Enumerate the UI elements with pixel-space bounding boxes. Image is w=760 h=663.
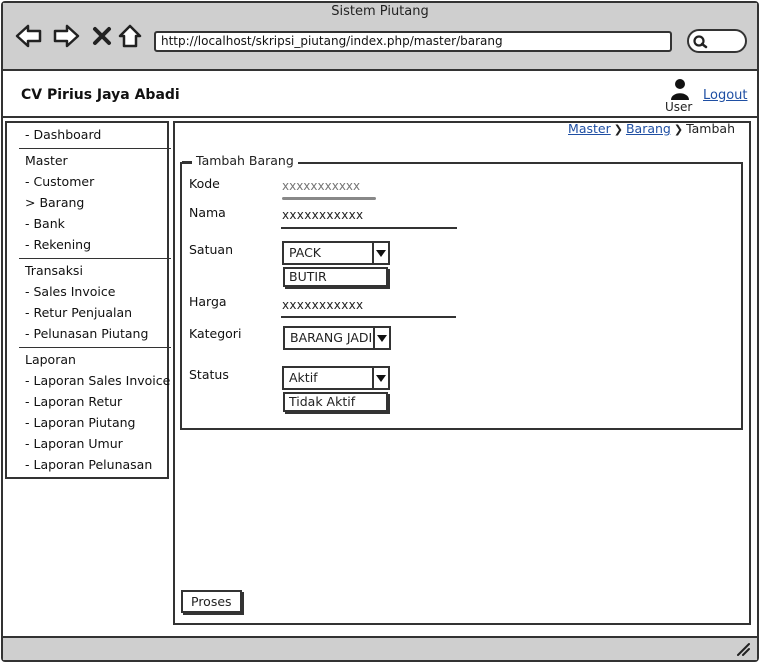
brand-name: CV Pirius Jaya Abadi: [21, 87, 180, 103]
satuan-option[interactable]: BUTIR: [283, 267, 388, 287]
harga-label: Harga: [189, 294, 227, 309]
sidebar-item-customer[interactable]: - Customer: [25, 174, 94, 189]
chevron-down-icon[interactable]: [372, 241, 390, 265]
status-label: Status: [189, 367, 229, 382]
breadcrumb-master[interactable]: Master: [568, 121, 611, 136]
sidebar-divider: [19, 258, 171, 259]
breadcrumb-current: Tambah: [686, 121, 735, 136]
sidebar: - Dashboard Master - Customer > Barang -…: [5, 121, 171, 479]
kode-underline: [282, 197, 376, 200]
sidebar-item-bank[interactable]: - Bank: [25, 216, 65, 231]
satuan-label: Satuan: [189, 242, 234, 257]
forward-icon[interactable]: [52, 22, 80, 50]
chevron-right-icon: ❯: [613, 123, 623, 136]
user-icon: [669, 78, 691, 100]
sidebar-item-laporan-pelunasan[interactable]: - Laporan Pelunasan: [25, 457, 152, 472]
harga-underline: [281, 316, 456, 318]
satuan-select[interactable]: PACK: [282, 241, 374, 265]
breadcrumb: Master ❯ Barang ❯ Tambah: [568, 121, 735, 136]
status-option[interactable]: Tidak Aktif: [283, 392, 388, 412]
search-icon: [693, 35, 708, 49]
kategori-label: Kategori: [189, 326, 242, 341]
back-icon[interactable]: [15, 22, 43, 50]
breadcrumb-barang[interactable]: Barang: [626, 121, 671, 136]
nama-underline: [281, 227, 457, 229]
sidebar-section-master: Master: [25, 153, 68, 168]
sidebar-item-rekening[interactable]: - Rekening: [25, 237, 91, 252]
home-icon[interactable]: [116, 22, 144, 50]
fieldset-border: [182, 161, 192, 163]
sidebar-item-sales-invoice[interactable]: - Sales Invoice: [25, 284, 115, 299]
kategori-select[interactable]: BARANG JADI: [283, 326, 376, 350]
proses-button[interactable]: Proses: [181, 590, 242, 613]
nama-input[interactable]: xxxxxxxxxxx: [282, 208, 363, 222]
stop-icon[interactable]: [88, 22, 116, 50]
form-legend: Tambah Barang: [192, 153, 298, 168]
sidebar-item-barang[interactable]: > Barang: [25, 195, 84, 210]
browser-statusbar: [3, 636, 757, 660]
sidebar-section-laporan: Laporan: [25, 352, 76, 367]
browser-search[interactable]: [687, 29, 747, 53]
chevron-down-icon[interactable]: [372, 366, 390, 390]
window-title: Sistem Piutang: [331, 4, 429, 19]
sidebar-item-laporan-sales-invoice[interactable]: - Laporan Sales Invoice: [25, 373, 170, 388]
resize-handle-icon[interactable]: [734, 640, 750, 656]
sidebar-item-retur-penjualan[interactable]: - Retur Penjualan: [25, 305, 132, 320]
chevron-right-icon: ❯: [673, 123, 684, 136]
sidebar-divider: [19, 148, 171, 149]
kode-label: Kode: [189, 176, 220, 191]
sidebar-section-transaksi: Transaksi: [25, 263, 83, 278]
sidebar-item-laporan-retur[interactable]: - Laporan Retur: [25, 394, 122, 409]
chevron-down-icon[interactable]: [373, 326, 391, 350]
kode-input[interactable]: [280, 177, 376, 195]
nama-label: Nama: [189, 205, 226, 220]
sidebar-item-dashboard[interactable]: - Dashboard: [25, 127, 101, 142]
url-bar[interactable]: http://localhost/skripsi_piutang/index.p…: [154, 31, 672, 52]
harga-input[interactable]: xxxxxxxxxxx: [282, 298, 363, 312]
sidebar-item-laporan-umur[interactable]: - Laporan Umur: [25, 436, 123, 451]
sidebar-item-pelunasan-piutang[interactable]: - Pelunasan Piutang: [25, 326, 148, 341]
user-label: User: [665, 100, 693, 114]
logout-link[interactable]: Logout: [703, 88, 748, 103]
form-fieldset: [180, 162, 743, 430]
status-select[interactable]: Aktif: [282, 366, 375, 390]
sidebar-item-laporan-piutang[interactable]: - Laporan Piutang: [25, 415, 135, 430]
sidebar-divider: [19, 347, 171, 348]
